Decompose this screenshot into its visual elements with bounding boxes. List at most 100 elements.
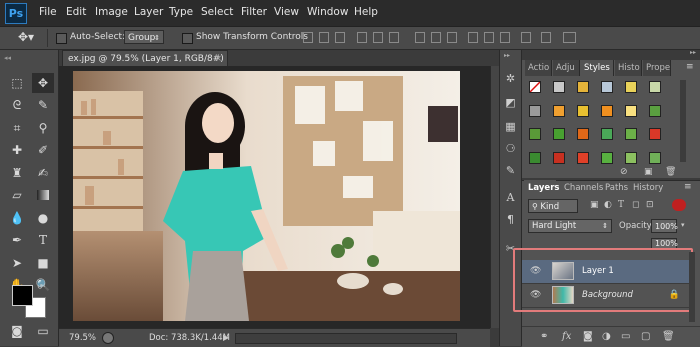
mask-icon[interactable]: ◙: [583, 331, 593, 342]
style-swatch[interactable]: [529, 105, 541, 117]
tab-adjustments[interactable]: Adju: [553, 60, 580, 76]
style-swatch[interactable]: [601, 152, 613, 164]
blend-mode-select[interactable]: Hard Light ⇕: [528, 219, 612, 233]
clear-style-icon[interactable]: ⊘: [620, 167, 628, 177]
swap-colors-icon[interactable]: ↺: [37, 283, 43, 291]
screen-mode-icon[interactable]: ▭: [32, 321, 54, 341]
align-left-icon[interactable]: [357, 32, 367, 43]
style-none-swatch[interactable]: [529, 81, 541, 93]
layer-filter-kind[interactable]: ⚲ Kind: [528, 199, 578, 213]
style-swatch[interactable]: [601, 105, 613, 117]
gradient-icon[interactable]: [32, 185, 54, 205]
trash-icon[interactable]: 🗑: [662, 331, 675, 342]
eraser-icon[interactable]: ▱: [6, 185, 28, 205]
color-icon[interactable]: ◩: [503, 96, 518, 110]
menu-layer[interactable]: Layer: [134, 6, 163, 18]
photo-canvas[interactable]: [73, 71, 460, 321]
show-transform-checkbox[interactable]: [182, 33, 193, 44]
quick-mask-icon[interactable]: ◙: [6, 321, 28, 341]
panel-menu-icon[interactable]: ≡: [686, 62, 694, 72]
dock-collapse-icon[interactable]: ▸▸: [504, 52, 510, 59]
document-tab[interactable]: ex.jpg @ 79.5% (Layer 1, RGB/8#) * ×: [62, 50, 228, 80]
tab-properties[interactable]: Prope: [643, 60, 671, 76]
collapse-icon[interactable]: ◂◂: [4, 54, 11, 62]
style-swatch[interactable]: [577, 105, 589, 117]
menu-view[interactable]: View: [274, 6, 299, 18]
eyedropper-icon[interactable]: ⚲: [32, 118, 54, 138]
style-swatch[interactable]: [601, 128, 613, 140]
blur-icon[interactable]: 💧: [6, 208, 28, 228]
tab-history[interactable]: History: [629, 180, 667, 196]
layers-menu-icon[interactable]: ≡: [684, 182, 692, 192]
distribute-hcenter-icon[interactable]: [484, 32, 494, 43]
styles-scrollbar[interactable]: [680, 80, 686, 162]
auto-select-checkbox[interactable]: [56, 33, 67, 44]
history-brush-icon[interactable]: ✍: [32, 163, 54, 183]
menu-edit[interactable]: Edit: [66, 6, 86, 18]
fx-icon[interactable]: fx: [562, 331, 571, 342]
style-swatch[interactable]: [649, 81, 661, 93]
3d-mode-icon[interactable]: [563, 32, 576, 43]
delete-style-icon[interactable]: 🗑: [665, 167, 676, 177]
style-swatch[interactable]: [649, 105, 661, 117]
healing-brush-icon[interactable]: ✚: [6, 140, 28, 160]
style-swatch[interactable]: [601, 81, 613, 93]
foreground-color-swatch[interactable]: [12, 285, 33, 306]
filter-toggle[interactable]: [672, 199, 686, 211]
character-icon[interactable]: A: [503, 191, 518, 205]
style-swatch[interactable]: [625, 81, 637, 93]
style-swatch[interactable]: [625, 152, 637, 164]
swatches-icon[interactable]: ▦: [503, 120, 518, 134]
tab-layers[interactable]: Layers: [524, 180, 559, 196]
clone-stamp-icon[interactable]: ♜: [6, 163, 28, 183]
style-swatch[interactable]: [553, 128, 565, 140]
lasso-icon[interactable]: ᘓ: [6, 95, 28, 115]
menu-image[interactable]: Image: [95, 6, 128, 18]
panel-collapse-icon[interactable]: ▸▸: [690, 49, 696, 56]
filter-type-icon[interactable]: T: [618, 200, 624, 210]
folder-icon[interactable]: ▭: [621, 331, 630, 342]
new-layer-icon[interactable]: ▢: [641, 331, 650, 342]
auto-blend-icon[interactable]: [541, 32, 551, 43]
brush-icon[interactable]: ✐: [32, 140, 54, 160]
style-swatch[interactable]: [553, 105, 565, 117]
menu-window[interactable]: Window: [307, 6, 348, 18]
align-hcenter-icon[interactable]: [373, 32, 383, 43]
tab-actions[interactable]: Actio: [525, 60, 552, 76]
style-swatch[interactable]: [625, 105, 637, 117]
opacity-input[interactable]: 100%: [651, 219, 678, 233]
distribute-top-icon[interactable]: [415, 32, 425, 43]
opacity-arrow-icon[interactable]: ▾: [681, 221, 685, 229]
auto-select-dropdown[interactable]: Group ⇕: [124, 30, 164, 44]
zoom-icon[interactable]: 🔍: [32, 275, 54, 295]
navigator-icon[interactable]: ✲: [503, 72, 518, 86]
distribute-bottom-icon[interactable]: [447, 32, 457, 43]
style-swatch[interactable]: [625, 128, 637, 140]
move-tool-preset-icon[interactable]: ✥▾: [18, 30, 34, 44]
tab-paths[interactable]: Paths: [601, 180, 632, 196]
path-select-icon[interactable]: ➤: [6, 253, 28, 273]
style-swatch[interactable]: [649, 152, 661, 164]
style-swatch[interactable]: [577, 81, 589, 93]
new-style-icon[interactable]: ▣: [644, 167, 653, 177]
filter-smart-icon[interactable]: ⊡: [646, 200, 654, 210]
align-vcenter-icon[interactable]: [319, 32, 329, 43]
menu-type[interactable]: Type: [169, 6, 193, 18]
align-right-icon[interactable]: [389, 32, 399, 43]
brush-presets-icon[interactable]: ✎: [503, 164, 518, 178]
rectangle-icon[interactable]: ■: [32, 253, 54, 273]
tab-styles[interactable]: Styles: [581, 60, 614, 76]
paragraph-icon[interactable]: ¶: [503, 213, 518, 227]
adjustment-icon[interactable]: ◑: [602, 331, 611, 342]
menu-select[interactable]: Select: [201, 6, 233, 18]
layers-scrollbar[interactable]: [689, 252, 695, 322]
style-swatch[interactable]: [553, 81, 565, 93]
style-swatch[interactable]: [649, 128, 661, 140]
vertical-scrollbar[interactable]: [490, 66, 499, 328]
distribute-vcenter-icon[interactable]: [431, 32, 441, 43]
distribute-right-icon[interactable]: [500, 32, 510, 43]
crop-icon[interactable]: ⌗: [6, 118, 28, 138]
zoom-level[interactable]: 79.5%: [69, 333, 96, 343]
dodge-icon[interactable]: ●: [32, 208, 54, 228]
menu-help[interactable]: Help: [354, 6, 378, 18]
